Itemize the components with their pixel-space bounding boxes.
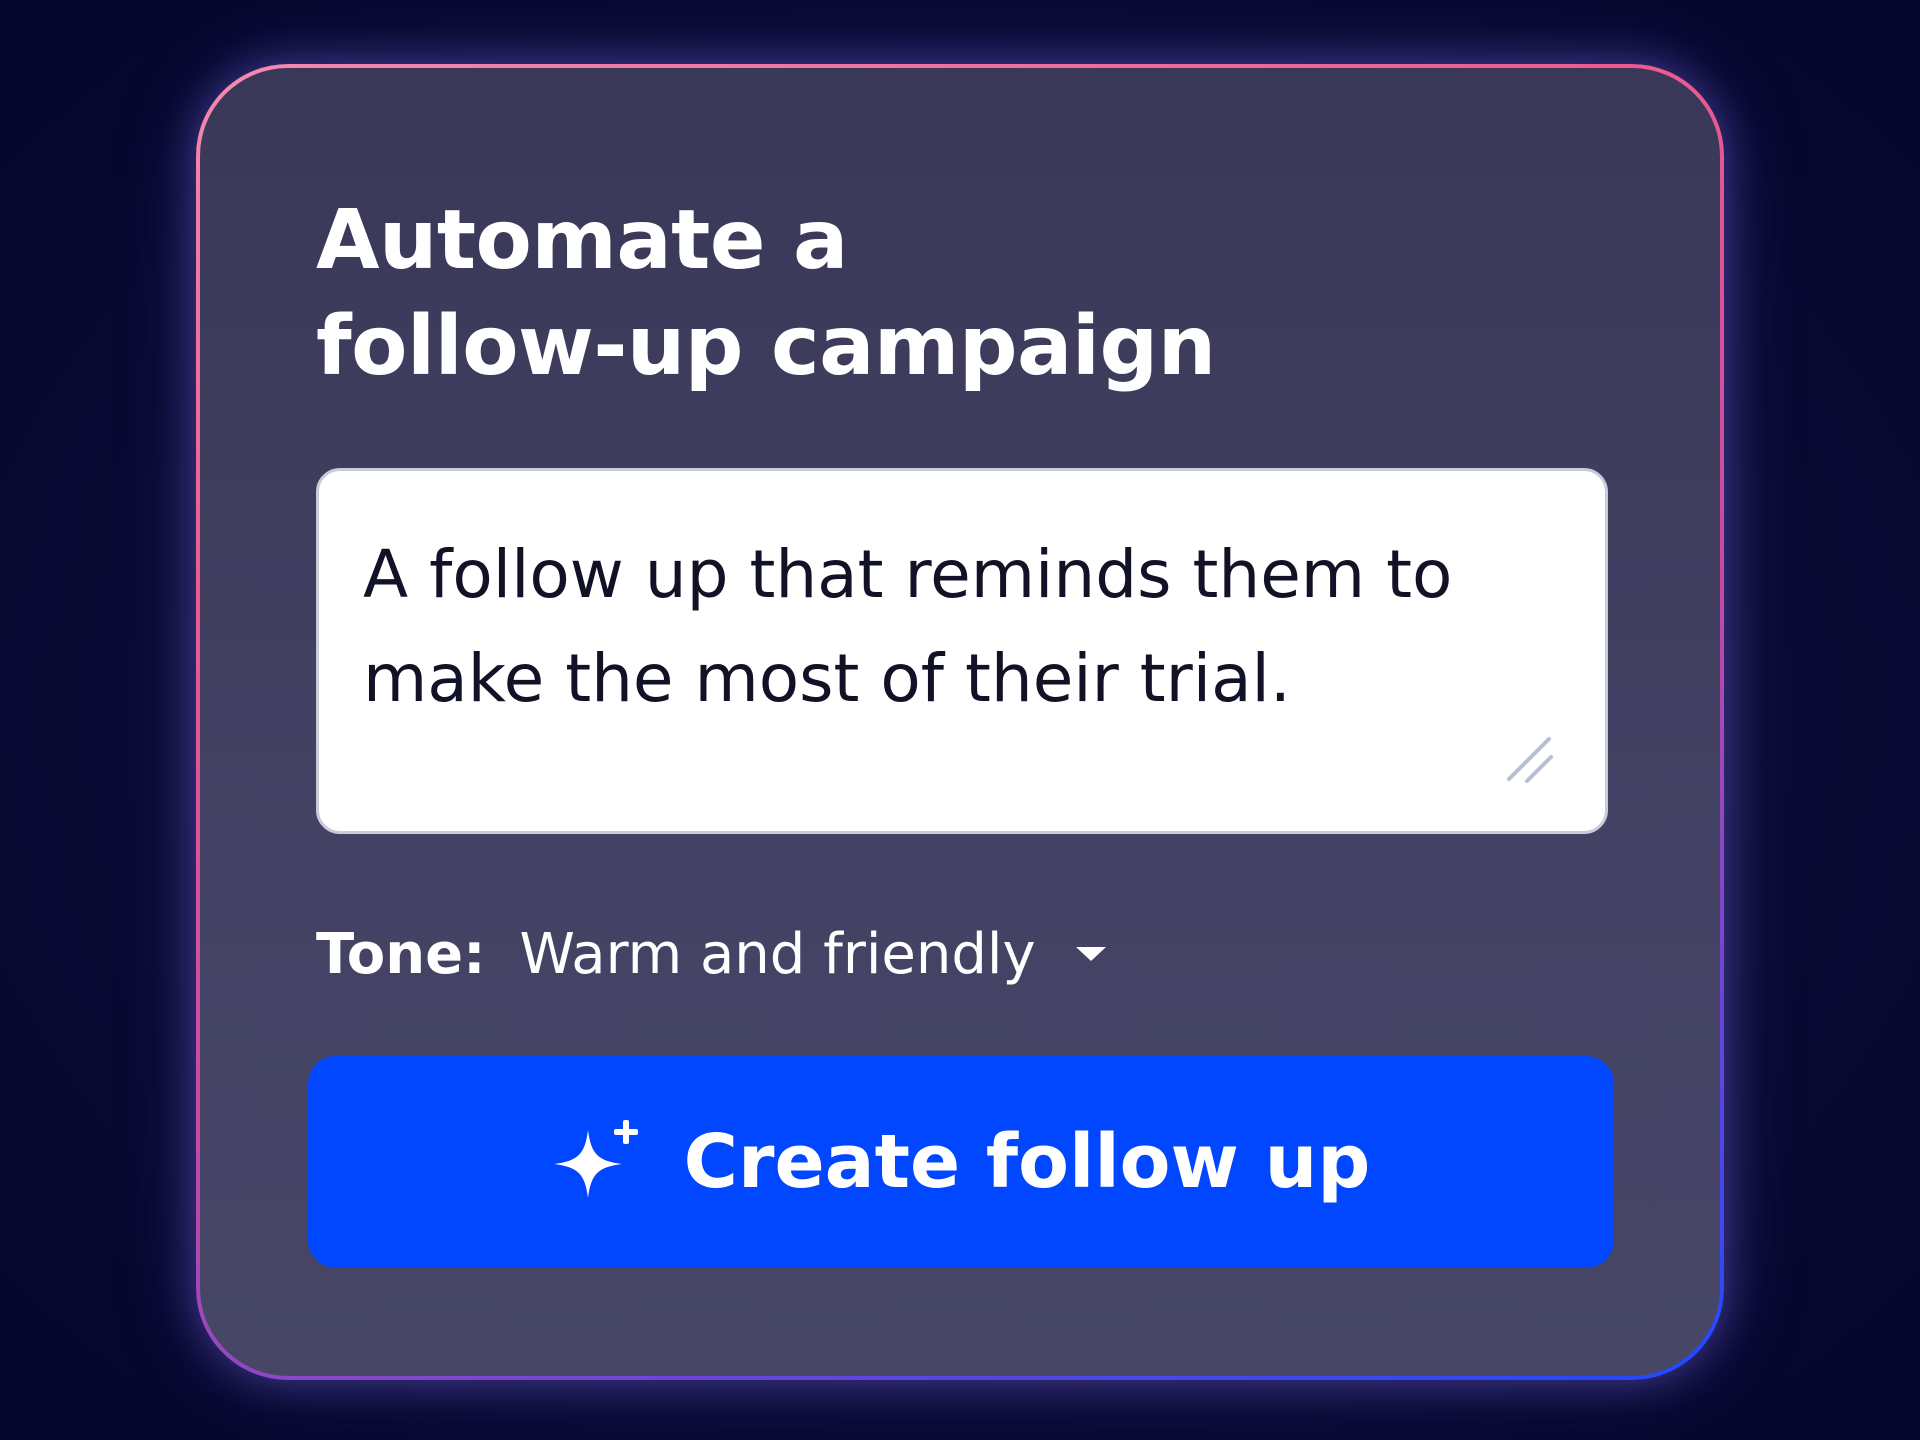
tone-dropdown[interactable]: Warm and friendly bbox=[519, 922, 1106, 987]
card-title-line-1: Automate a bbox=[316, 193, 848, 288]
campaign-card-border: Automate a follow-up campaign Tone: Warm… bbox=[196, 64, 1724, 1380]
page-background: Automate a follow-up campaign Tone: Warm… bbox=[0, 0, 1920, 1440]
chevron-down-icon[interactable] bbox=[1075, 947, 1106, 961]
create-follow-up-label: Create follow up bbox=[683, 1119, 1371, 1205]
create-follow-up-button[interactable]: Create follow up bbox=[308, 1056, 1614, 1268]
card-title-line-2: follow-up campaign bbox=[316, 299, 1216, 394]
prompt-field[interactable] bbox=[316, 468, 1608, 834]
sparkle-icon bbox=[553, 1120, 638, 1198]
tone-row: Tone: Warm and friendly bbox=[316, 914, 1106, 994]
card-title: Automate a follow-up campaign bbox=[316, 188, 1216, 400]
tone-label: Tone: bbox=[316, 921, 486, 987]
resize-handle-icon[interactable] bbox=[1503, 733, 1557, 787]
campaign-card: Automate a follow-up campaign Tone: Warm… bbox=[200, 68, 1720, 1376]
prompt-textarea[interactable] bbox=[363, 523, 1543, 743]
tone-selected-value[interactable]: Warm and friendly bbox=[519, 922, 1035, 987]
